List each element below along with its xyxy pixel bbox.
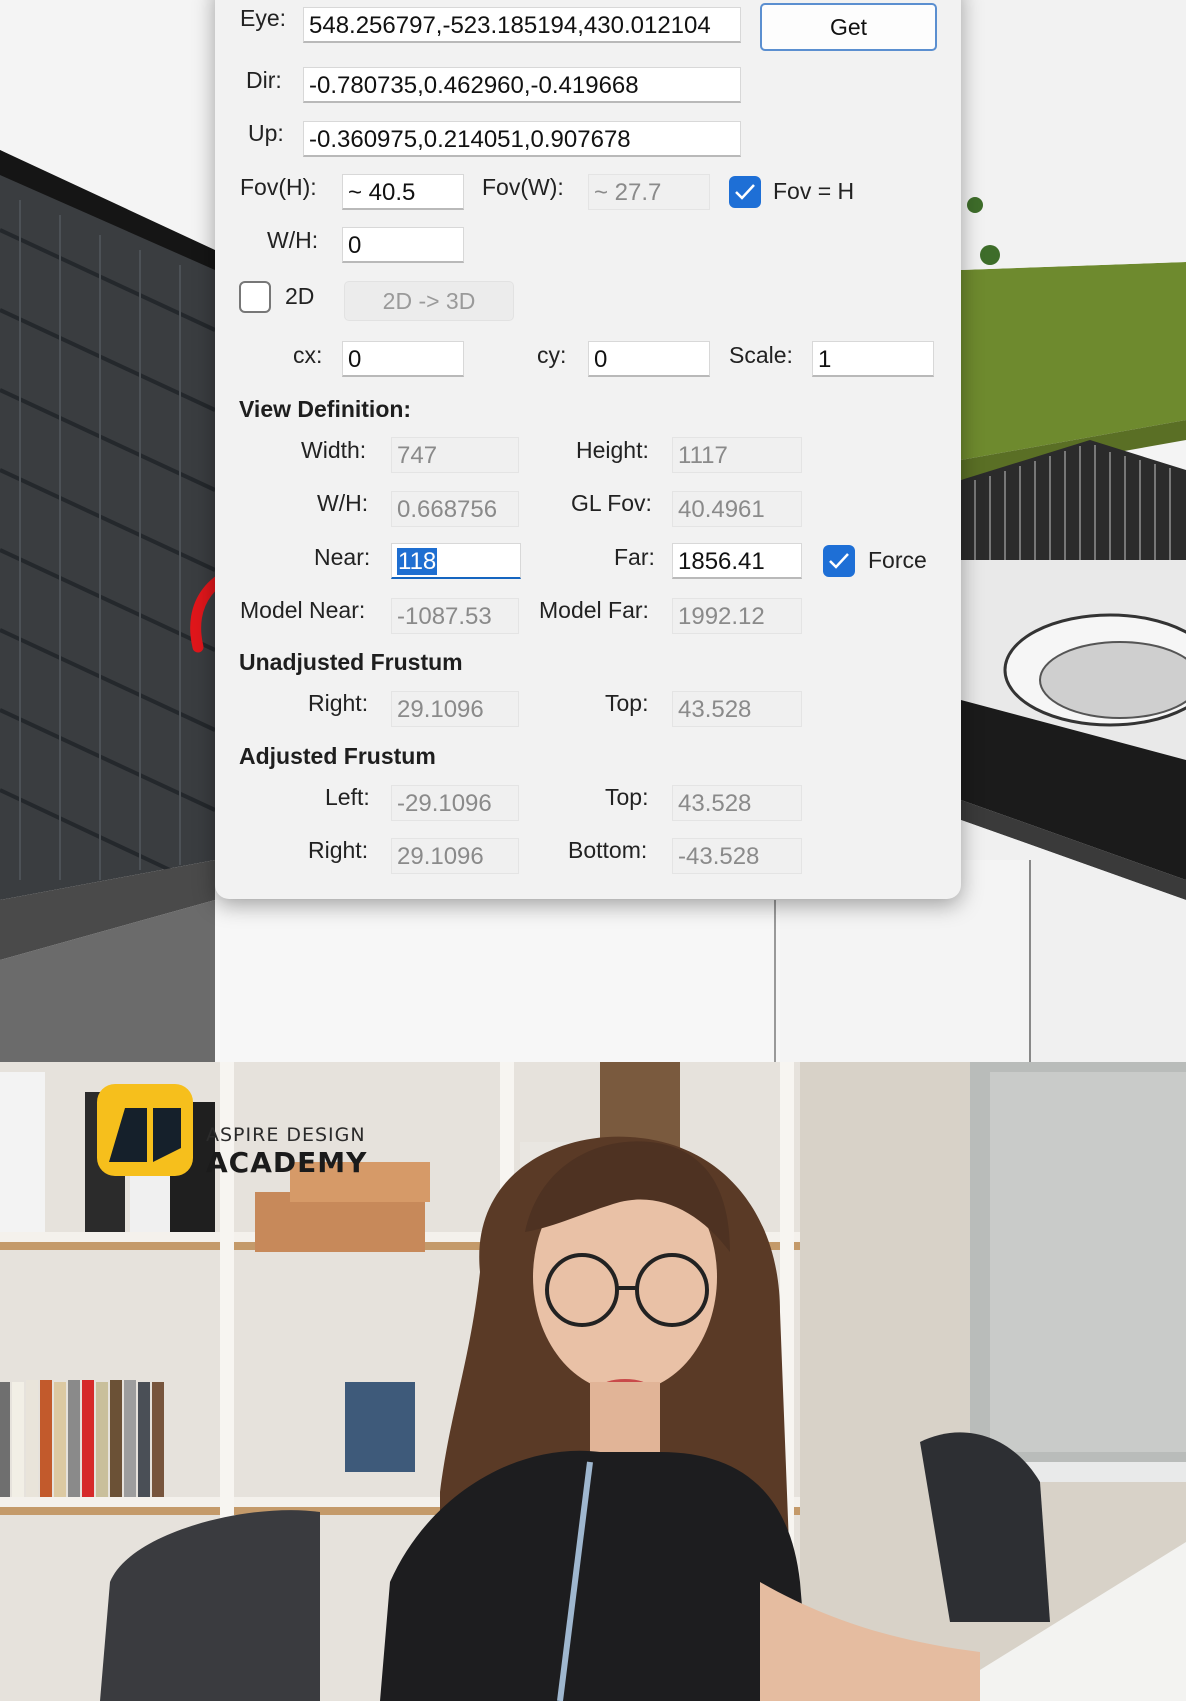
width-label: Width:: [301, 437, 367, 463]
model-far-field: 1992.12: [672, 598, 802, 634]
near-value-selected: 118: [397, 548, 438, 575]
adjusted-right-field: 29.1096: [391, 838, 519, 874]
up-field[interactable]: -0.360975,0.214051,0.907678: [303, 121, 741, 157]
view-wh-field: 0.668756: [391, 491, 519, 527]
wh-label: W/H:: [267, 227, 319, 253]
fov-equals-h-label: Fov = H: [773, 178, 855, 204]
adjusted-top-field: 43.528: [672, 785, 802, 821]
force-checkbox[interactable]: [823, 545, 855, 577]
adjusted-left-field: -29.1096: [391, 785, 519, 821]
get-button[interactable]: Get: [760, 3, 937, 51]
unadjusted-right-field: 29.1096: [391, 691, 519, 727]
gl-fov-label: GL Fov:: [571, 490, 652, 516]
dir-field[interactable]: -0.780735,0.462960,-0.419668: [303, 67, 741, 103]
2d-label: 2D: [285, 283, 315, 309]
presenter-video: ASPIRE DESIGN ACADEMY: [0, 1062, 1186, 1701]
fov-equals-h-checkbox[interactable]: [729, 176, 761, 208]
cx-label: cx:: [293, 342, 323, 368]
view-wh-label: W/H:: [317, 490, 369, 516]
dir-label: Dir:: [246, 67, 282, 93]
eye-label: Eye:: [240, 5, 287, 31]
cy-label: cy:: [537, 342, 567, 368]
academy-logo-icon: [109, 1108, 181, 1162]
checkmark-icon: [829, 553, 849, 569]
near-label: Near:: [314, 544, 371, 570]
unadjusted-top-label: Top:: [605, 690, 649, 716]
brand-name-line1: ASPIRE DESIGN: [206, 1124, 366, 1146]
adjusted-bottom-field: -43.528: [672, 838, 802, 874]
unadjusted-frustum-heading: Unadjusted Frustum: [239, 649, 463, 675]
sketchup-viewport[interactable]: Eye: 548.256797,-523.185194,430.012104 G…: [0, 0, 1186, 1062]
brand-name-line2: ACADEMY: [206, 1146, 368, 1179]
model-near-label: Model Near:: [240, 597, 366, 623]
cy-field[interactable]: 0: [588, 341, 710, 377]
2d-to-3d-button[interactable]: 2D -> 3D: [344, 281, 514, 321]
2d-checkbox[interactable]: [239, 281, 271, 313]
height-label: Height:: [576, 437, 649, 463]
cx-field[interactable]: 0: [342, 341, 464, 377]
fov-w-field: ~ 27.7: [588, 174, 710, 210]
fov-w-label: Fov(W):: [482, 174, 564, 200]
model-near-field: -1087.53: [391, 598, 519, 634]
wh-field[interactable]: 0: [342, 227, 464, 263]
view-definition-heading: View Definition:: [239, 396, 412, 422]
adjusted-bottom-label: Bottom:: [568, 837, 648, 863]
camera-properties-dialog: Eye: 548.256797,-523.185194,430.012104 G…: [215, 0, 961, 899]
far-field[interactable]: 1856.41: [672, 543, 802, 579]
adjusted-right-label: Right:: [308, 837, 369, 863]
adjusted-left-label: Left:: [325, 784, 370, 810]
checkmark-icon: [735, 184, 755, 200]
unadjusted-right-label: Right:: [308, 690, 369, 716]
near-field[interactable]: 118: [391, 543, 521, 579]
far-label: Far:: [614, 544, 655, 570]
academy-logo: [97, 1084, 193, 1176]
fov-h-field[interactable]: ~ 40.5: [342, 174, 464, 210]
gl-fov-field: 40.4961: [672, 491, 802, 527]
scale-label: Scale:: [729, 342, 793, 368]
unadjusted-top-field: 43.528: [672, 691, 802, 727]
width-field: 747: [391, 437, 519, 473]
adjusted-top-label: Top:: [605, 784, 649, 810]
eye-field[interactable]: 548.256797,-523.185194,430.012104: [303, 7, 741, 43]
up-label: Up:: [248, 120, 284, 146]
scale-field[interactable]: 1: [812, 341, 934, 377]
height-field: 1117: [672, 437, 802, 473]
model-far-label: Model Far:: [539, 597, 649, 623]
adjusted-frustum-heading: Adjusted Frustum: [239, 743, 436, 769]
force-label: Force: [868, 547, 927, 573]
fov-h-label: Fov(H):: [240, 174, 317, 200]
